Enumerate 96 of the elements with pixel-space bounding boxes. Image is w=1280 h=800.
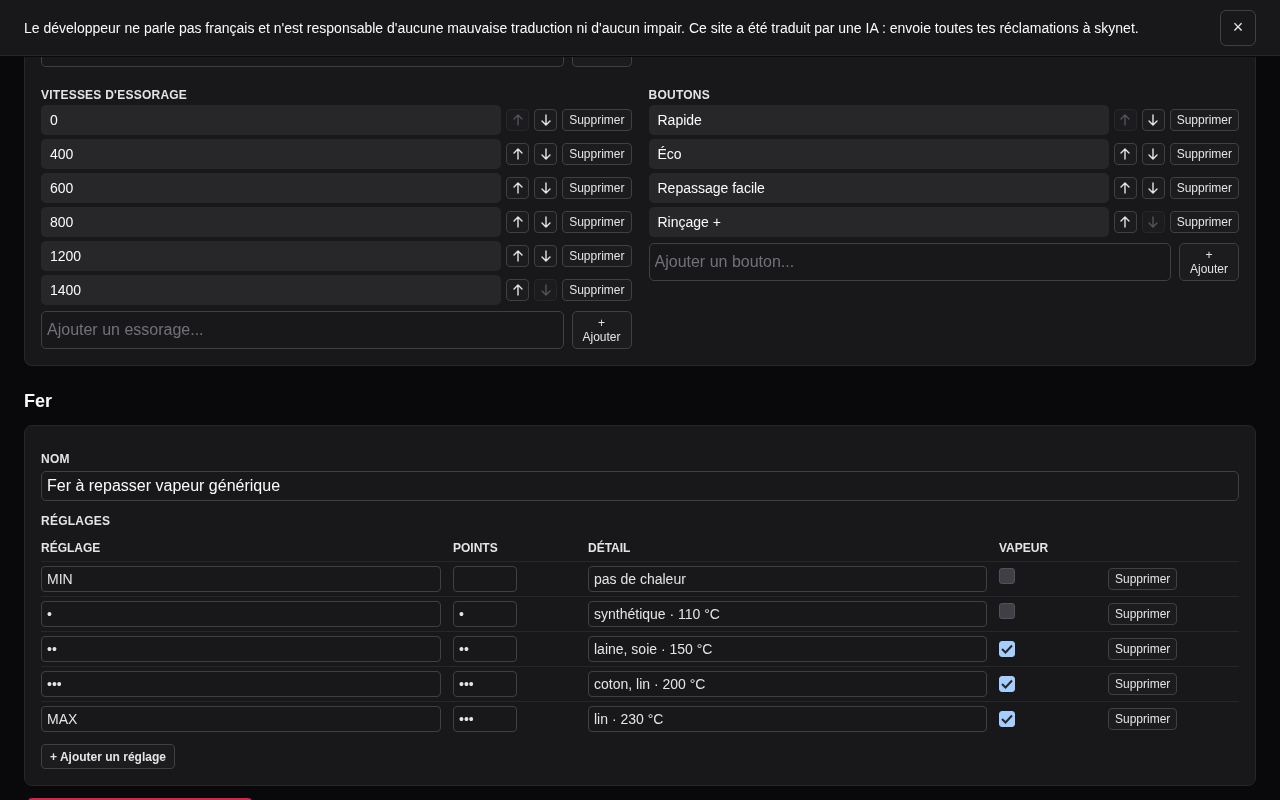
- arrow-down-icon: [1148, 114, 1159, 126]
- remove-button[interactable]: Supprimer: [1108, 568, 1178, 590]
- input-field[interactable]: [41, 57, 564, 67]
- arrow-down-icon: [1148, 182, 1159, 194]
- move-up-button[interactable]: [506, 143, 530, 165]
- column-header: DÉTAIL: [588, 541, 631, 555]
- arrow-down-icon: [1148, 216, 1159, 228]
- move-down-button[interactable]: [534, 143, 558, 165]
- add-field[interactable]: Ajouter un essorage...: [41, 311, 564, 349]
- move-up-button[interactable]: [506, 279, 530, 301]
- arrow-down-icon: [1148, 148, 1159, 160]
- points-field[interactable]: ••: [453, 636, 517, 662]
- arrow-up-icon: [512, 148, 523, 160]
- remove-button[interactable]: Supprimer: [1169, 143, 1239, 165]
- arrow-down-icon: [540, 284, 551, 296]
- list-item-field[interactable]: 400: [41, 139, 502, 169]
- detail-field[interactable]: pas de chaleur: [588, 566, 987, 592]
- arrow-down-icon: [540, 114, 551, 126]
- translation-notice: Le développeur ne parle pas français et n'est responsable d'aucune mauvaise traduction ni d'aucun impair. Ce site a été traduit par une IA : envoie toutes tes réclamations à skynet.: [24, 18, 1140, 38]
- move-up-button[interactable]: [506, 245, 530, 267]
- list-item-field[interactable]: Rinçage +: [648, 207, 1109, 237]
- list-item-field[interactable]: 1200: [41, 241, 502, 271]
- arrow-up-icon: [1120, 148, 1131, 160]
- list-item-field[interactable]: Rapide: [648, 105, 1109, 135]
- arrow-up-icon: [512, 284, 523, 296]
- move-up-button[interactable]: [1113, 177, 1137, 199]
- arrow-down-icon: [540, 182, 551, 194]
- move-down-button[interactable]: [1141, 109, 1165, 131]
- list-item-field[interactable]: 600: [41, 173, 502, 203]
- arrow-up-icon: [1120, 182, 1131, 194]
- remove-button[interactable]: Supprimer: [1169, 211, 1239, 233]
- list-item-field[interactable]: 1400: [41, 275, 502, 305]
- remove-button[interactable]: Supprimer: [1169, 109, 1239, 131]
- points-field[interactable]: •: [453, 601, 517, 627]
- detail-field[interactable]: synthétique · 110 °C: [588, 601, 987, 627]
- arrow-up-icon: [512, 216, 523, 228]
- column-header: RÉGLAGE: [41, 541, 101, 555]
- points-field[interactable]: •••: [453, 706, 517, 732]
- remove-button[interactable]: Supprimer: [562, 143, 632, 165]
- steam-checkbox[interactable]: [999, 602, 1015, 619]
- remove-button[interactable]: Supprimer: [1108, 708, 1178, 730]
- add-setting-button[interactable]: + Ajouter un réglage: [41, 744, 175, 769]
- column-header: POINTS: [453, 541, 498, 555]
- points-field[interactable]: •••: [453, 671, 517, 697]
- move-down-button[interactable]: [1141, 177, 1165, 199]
- move-down-button[interactable]: [534, 245, 558, 267]
- section-label: BOUTONS: [648, 87, 710, 103]
- remove-button[interactable]: Supprimer: [562, 211, 632, 233]
- move-down-button[interactable]: [534, 109, 558, 131]
- detail-field[interactable]: laine, soie · 150 °C: [588, 636, 987, 662]
- remove-button[interactable]: Supprimer: [1108, 673, 1178, 695]
- name-field[interactable]: Fer à repasser vapeur générique: [41, 471, 1239, 501]
- list-item-field[interactable]: Éco: [648, 139, 1109, 169]
- setting-field[interactable]: MAX: [41, 706, 441, 732]
- arrow-up-icon: [512, 250, 523, 262]
- points-field[interactable]: [453, 566, 517, 592]
- list-item-field[interactable]: 0: [41, 105, 502, 135]
- column-header: VAPEUR: [999, 541, 1049, 555]
- arrow-up-icon: [512, 114, 523, 126]
- close-button[interactable]: ×: [1220, 9, 1256, 46]
- list-item-field[interactable]: Repassage facile: [648, 173, 1109, 203]
- move-down-button[interactable]: [534, 177, 558, 199]
- move-up-button[interactable]: [1113, 143, 1137, 165]
- add-button[interactable]: + Ajouter: [1179, 243, 1239, 281]
- detail-field[interactable]: lin · 230 °C: [588, 706, 987, 732]
- remove-button[interactable]: Supprimer: [1108, 638, 1178, 660]
- arrow-down-icon: [540, 148, 551, 160]
- steam-checkbox[interactable]: [999, 567, 1015, 584]
- list-item-field[interactable]: 800: [41, 207, 502, 237]
- section-label: RÉGLAGES: [41, 513, 111, 529]
- arrow-down-icon: [540, 250, 551, 262]
- field-label: NOM: [41, 451, 70, 467]
- remove-button[interactable]: Supprimer: [562, 109, 632, 131]
- setting-field[interactable]: •••: [41, 671, 441, 697]
- add-field[interactable]: Ajouter un bouton...: [648, 243, 1171, 281]
- arrow-up-icon: [1120, 216, 1131, 228]
- remove-button[interactable]: Supprimer: [562, 279, 632, 301]
- move-up-button[interactable]: [506, 177, 530, 199]
- setting-field[interactable]: MIN: [41, 566, 441, 592]
- remove-button[interactable]: Supprimer: [1108, 603, 1178, 625]
- move-up-button[interactable]: [506, 211, 530, 233]
- setting-field[interactable]: ••: [41, 636, 441, 662]
- add-button[interactable]: + Ajouter: [571, 311, 632, 349]
- remove-button[interactable]: Supprimer: [562, 245, 632, 267]
- arrow-up-icon: [1120, 114, 1131, 126]
- section-label: VITESSES D'ESSORAGE: [41, 87, 188, 103]
- move-down-button[interactable]: [1141, 143, 1165, 165]
- arrow-down-icon: [540, 216, 551, 228]
- arrow-up-icon: [512, 182, 523, 194]
- remove-button[interactable]: Supprimer: [1169, 177, 1239, 199]
- remove-button[interactable]: Supprimer: [562, 177, 632, 199]
- section-heading: Fer: [24, 390, 53, 413]
- detail-field[interactable]: coton, lin · 200 °C: [588, 671, 987, 697]
- setting-field[interactable]: •: [41, 601, 441, 627]
- move-up-button[interactable]: [1113, 211, 1137, 233]
- move-down-button[interactable]: [534, 211, 558, 233]
